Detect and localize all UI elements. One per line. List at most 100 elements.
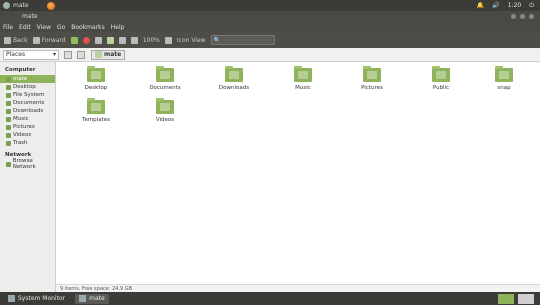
home-icon[interactable] — [106, 36, 114, 44]
file-label: Desktop — [84, 85, 108, 91]
file-area: Desktop Documents Downloads Music Pictur… — [56, 62, 540, 284]
file-item-downloads[interactable]: Downloads — [211, 66, 257, 91]
menu-file[interactable]: File — [3, 24, 13, 31]
sidebar-item-label: Pictures — [13, 124, 35, 130]
stop-icon[interactable] — [82, 36, 90, 44]
reload-icon[interactable] — [94, 36, 102, 44]
sidebar-section-computer: Computer — [5, 67, 36, 73]
system-monitor-icon — [8, 295, 15, 302]
documents-folder-icon — [156, 66, 174, 82]
sidebar-item-label: Music — [13, 116, 29, 122]
sidebar-item-browse-network[interactable]: Browse Network — [0, 158, 55, 170]
menu-go[interactable]: Go — [57, 24, 65, 31]
file-item-public[interactable]: Public — [418, 66, 464, 91]
app-icon — [3, 2, 10, 9]
documents-icon — [6, 100, 11, 106]
back-icon — [4, 36, 11, 44]
downloads-icon — [6, 108, 11, 114]
file-label: Videos — [155, 117, 175, 123]
sidebar: Computer mate Desktop File System Docume… — [0, 62, 56, 292]
menu-bookmarks[interactable]: Bookmarks — [71, 24, 105, 31]
videos-folder-icon — [156, 98, 174, 114]
file-label: snap — [497, 85, 511, 91]
music-icon — [6, 116, 11, 122]
forward-button[interactable]: Forward — [32, 36, 66, 44]
trash-icon — [6, 140, 11, 146]
file-label: Pictures — [361, 85, 383, 91]
places-label: Places — [6, 51, 26, 58]
templates-folder-icon — [87, 98, 105, 114]
sidebar-item-label: Browse Network — [12, 158, 36, 170]
volume-icon[interactable]: 🔊 — [492, 2, 499, 9]
videos-icon — [6, 132, 11, 138]
desktop-icon — [6, 84, 11, 90]
clock[interactable]: 1:20 — [508, 2, 521, 9]
desktop-folder-icon — [87, 66, 105, 82]
app-menu[interactable]: mate — [0, 1, 55, 10]
sidebar-item-pictures[interactable]: Pictures — [0, 123, 55, 131]
workspace-switcher — [498, 293, 540, 304]
zoom-out-icon[interactable] — [130, 36, 138, 44]
search-field[interactable]: 🔍 — [210, 35, 275, 45]
places-select[interactable]: Places ▾ — [3, 49, 59, 60]
close-button[interactable] — [529, 14, 534, 19]
path-bar: Places ▾ mate — [0, 48, 540, 62]
toolbar: Back Forward 100% Icon View 🔍 — [0, 32, 540, 48]
sidebar-item-music[interactable]: Music — [0, 115, 55, 123]
path-button-mate[interactable]: mate — [91, 49, 126, 60]
public-folder-icon — [432, 66, 450, 82]
pictures-icon — [6, 124, 11, 130]
taskbar-item-mate[interactable]: mate — [75, 293, 109, 304]
snap-folder-icon — [495, 66, 513, 82]
sidebar-item-documents[interactable]: Documents — [0, 99, 55, 107]
minimize-button[interactable] — [511, 14, 516, 19]
file-label: Documents — [149, 85, 181, 91]
file-label: Templates — [82, 117, 110, 123]
forward-icon — [32, 36, 40, 44]
top-panel: mate 🔔 🔊 1:20 ⏻ — [0, 0, 540, 11]
pictures-folder-icon — [363, 66, 381, 82]
sidebar-item-filesystem[interactable]: File System — [0, 91, 55, 99]
close-side-pane-icon[interactable] — [64, 50, 72, 59]
sidebar-item-downloads[interactable]: Downloads — [0, 107, 55, 115]
sidebar-item-label: Desktop — [13, 84, 36, 90]
sidebar-item-label: Trash — [13, 140, 28, 146]
system-tray: 🔔 🔊 1:20 ⏻ — [477, 2, 540, 10]
file-item-documents[interactable]: Documents — [142, 66, 188, 91]
notification-icon[interactable]: 🔔 — [477, 2, 484, 9]
workspace-2[interactable] — [518, 293, 534, 304]
zoom-in-icon[interactable] — [164, 36, 172, 44]
power-icon[interactable]: ⏻ — [529, 2, 534, 10]
file-item-desktop[interactable]: Desktop — [73, 66, 119, 91]
back-label: Back — [13, 36, 28, 44]
search-icon: 🔍 — [213, 36, 222, 44]
menu-help[interactable]: Help — [111, 24, 125, 31]
sidebar-item-mate[interactable]: mate — [0, 75, 55, 83]
firefox-icon[interactable] — [46, 1, 55, 10]
back-button[interactable]: Back — [4, 36, 28, 44]
taskbar-item-system-monitor[interactable]: System Monitor — [4, 294, 69, 304]
computer-icon[interactable] — [118, 36, 126, 44]
menu-edit[interactable]: Edit — [19, 24, 31, 31]
window-controls — [511, 14, 540, 19]
menu-view[interactable]: View — [37, 24, 51, 31]
status-text: 9 items, Free space: 24,9 GB — [60, 285, 133, 292]
edit-location-icon[interactable] — [77, 50, 85, 59]
taskbar: System Monitor mate — [0, 292, 540, 305]
up-icon[interactable] — [70, 36, 78, 44]
file-item-snap[interactable]: snap — [481, 66, 527, 91]
maximize-button[interactable] — [520, 14, 525, 19]
file-item-pictures[interactable]: Pictures — [349, 66, 395, 91]
downloads-folder-icon — [225, 66, 243, 82]
sidebar-item-desktop[interactable]: Desktop — [0, 83, 55, 91]
file-item-videos[interactable]: Videos — [142, 98, 188, 123]
file-item-music[interactable]: Music — [280, 66, 326, 91]
sidebar-item-label: Documents — [13, 100, 45, 106]
sidebar-item-trash[interactable]: Trash — [0, 139, 55, 147]
workspace-1[interactable] — [498, 293, 514, 304]
sidebar-item-videos[interactable]: Videos — [0, 131, 55, 139]
file-item-templates[interactable]: Templates — [73, 98, 119, 123]
file-label: Public — [432, 85, 450, 91]
view-mode-select[interactable]: Icon View — [177, 37, 206, 44]
menu-bar: File Edit View Go Bookmarks Help — [0, 22, 540, 32]
